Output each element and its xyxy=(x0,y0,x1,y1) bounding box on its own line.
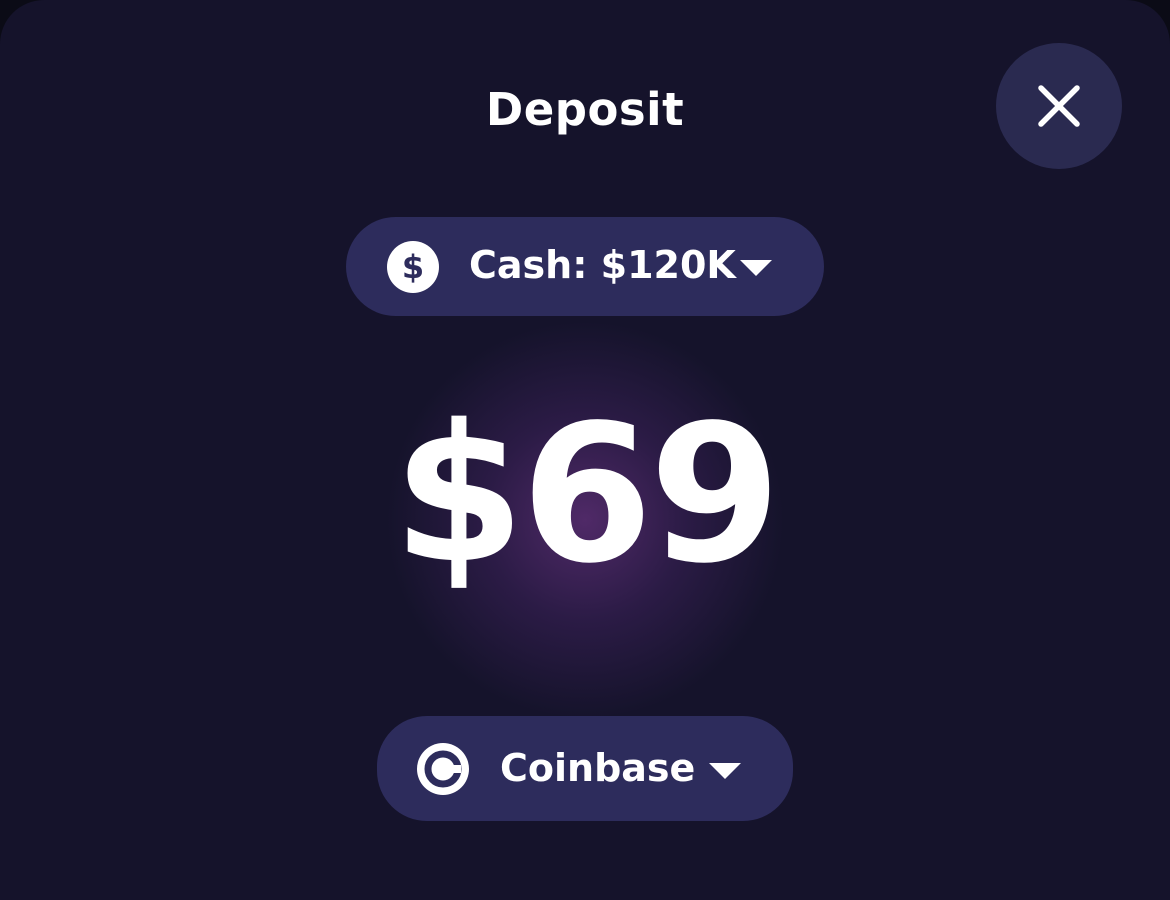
deposit-modal: Deposit $ Cash: $120K $69 Coinbase xyxy=(0,0,1170,900)
caret-down-icon xyxy=(740,260,772,276)
balance-label: Cash: $120K xyxy=(469,243,736,287)
balance-selector[interactable]: $ Cash: $120K xyxy=(346,217,824,316)
dollar-coin-icon: $ xyxy=(387,241,439,293)
close-button[interactable] xyxy=(996,43,1122,169)
deposit-amount: $69 xyxy=(392,384,782,605)
svg-text:$: $ xyxy=(402,248,424,286)
payment-method-selector[interactable]: Coinbase xyxy=(377,716,793,821)
coinbase-logo-icon xyxy=(417,743,469,795)
caret-down-icon xyxy=(709,763,741,779)
close-icon xyxy=(1038,85,1080,127)
modal-title: Deposit xyxy=(485,83,685,136)
payment-method-label: Coinbase xyxy=(500,746,696,790)
